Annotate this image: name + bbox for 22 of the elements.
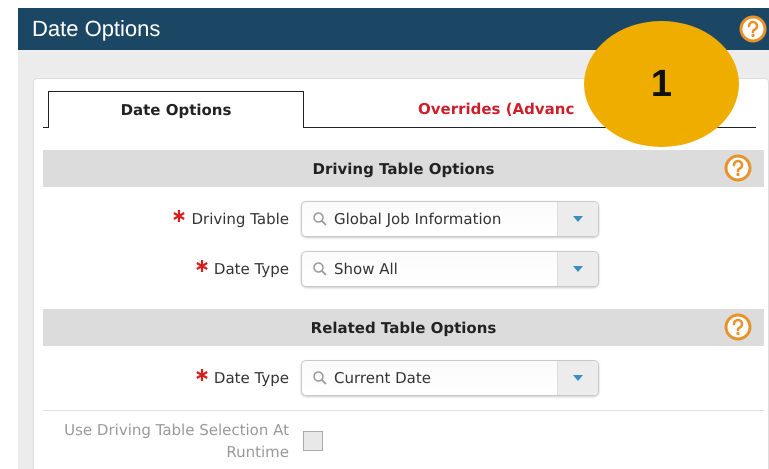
dropdown-value: Global Job Information <box>334 210 502 228</box>
dropdown[interactable]: Current Date <box>301 360 599 396</box>
caret-icon <box>573 375 583 381</box>
caret-icon <box>573 266 583 272</box>
help-icon[interactable] <box>739 15 767 43</box>
dropdown[interactable]: Show All <box>301 251 599 287</box>
field-label: Date Type <box>214 259 289 280</box>
section-title: Related Table Options <box>310 318 496 336</box>
section-title: Driving Table Options <box>312 160 494 178</box>
search-icon <box>312 370 328 386</box>
tab[interactable]: Date Options <box>48 91 304 128</box>
field-label: Date Type <box>214 368 289 389</box>
search-icon <box>312 211 328 227</box>
window-title: Date Options <box>32 16 160 42</box>
field-label: Use Driving Table Selection At Runtime <box>63 420 289 463</box>
dropdown[interactable]: Global Job Information <box>301 201 599 237</box>
tab[interactable]: Overrides (Advanc <box>304 91 574 127</box>
search-icon <box>312 261 328 277</box>
dropdown-value: Show All <box>334 260 398 278</box>
dropdown-value: Current Date <box>334 369 431 387</box>
caret-icon <box>573 216 583 222</box>
field-label: Driving Table <box>191 209 289 230</box>
